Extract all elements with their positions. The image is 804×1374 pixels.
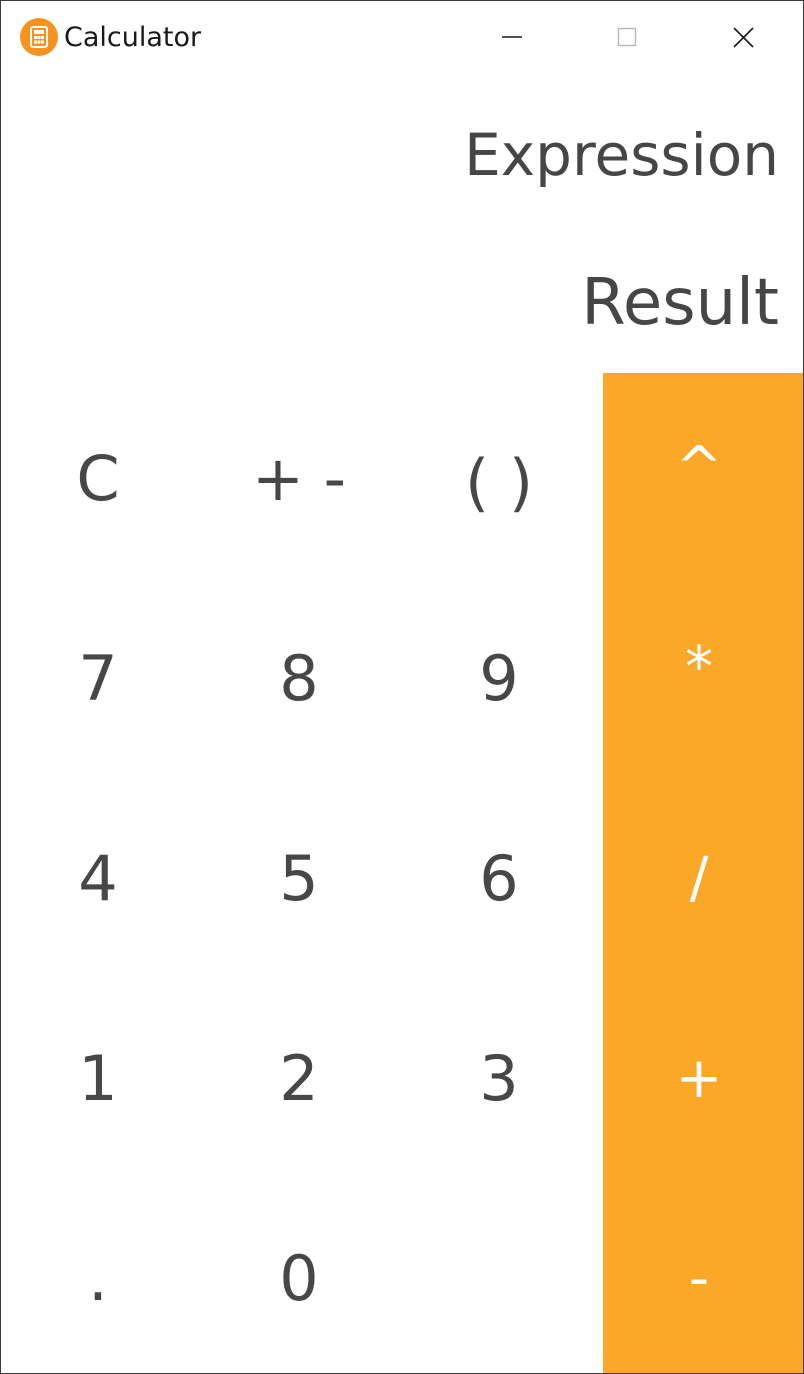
window-title: Calculator [64,22,202,53]
key-4[interactable]: 4 [1,778,198,978]
key-power[interactable]: ^ [599,367,799,567]
key-1[interactable]: 1 [1,978,198,1178]
key-multiply[interactable]: * [599,567,799,767]
maximize-icon [617,27,637,47]
key-2[interactable]: 2 [199,978,399,1178]
maximize-button[interactable] [570,1,686,73]
key-9[interactable]: 9 [399,578,599,778]
title-bar[interactable]: Calculator [1,1,803,73]
minimize-button[interactable] [454,1,570,73]
key-clear[interactable]: C [1,378,198,578]
key-7[interactable]: 7 [1,578,198,778]
result-display: Result [581,266,779,340]
key-decimal[interactable]: . [1,1178,198,1373]
key-negate[interactable]: + - [199,378,399,578]
expression-display: Expression [464,121,779,189]
calculator-icon [20,18,58,56]
key-0[interactable]: 0 [199,1178,399,1373]
key-6[interactable]: 6 [399,778,599,978]
minimize-icon [502,36,522,38]
key-3[interactable]: 3 [399,978,599,1178]
key-8[interactable]: 8 [199,578,399,778]
key-parentheses[interactable]: ( ) [399,382,599,582]
key-5[interactable]: 5 [199,778,399,978]
calculator-window: Calculator Expression Result C + - ( ) ^… [0,0,804,1374]
key-subtract[interactable]: - [599,1178,799,1373]
close-button[interactable] [686,1,802,73]
key-empty[interactable] [399,1178,599,1373]
close-icon [733,27,754,48]
key-divide[interactable]: / [599,778,799,978]
key-add[interactable]: + [599,978,799,1178]
